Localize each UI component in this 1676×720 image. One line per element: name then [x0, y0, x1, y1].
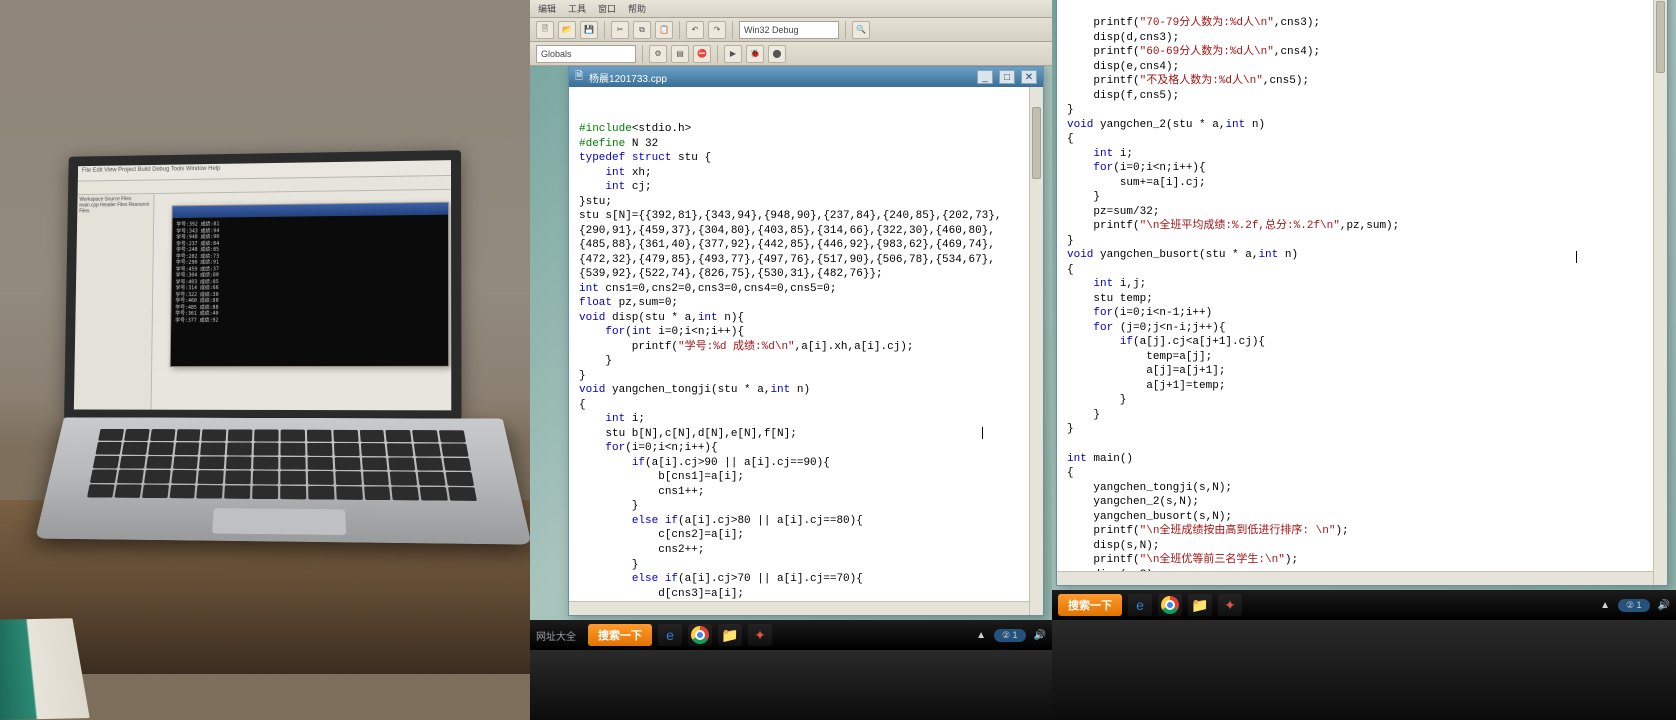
- code-window-titlebar[interactable]: 🗎 杨晨1201733.cpp _ □ ✕: [569, 67, 1043, 87]
- volume-icon[interactable]: 🔊: [1658, 600, 1670, 611]
- code-text[interactable]: #include<stdio.h> #define N 32 typedef s…: [579, 122, 1037, 615]
- open-file-icon[interactable]: 📂: [558, 21, 576, 39]
- save-icon[interactable]: 💾: [580, 21, 598, 39]
- tray-icon[interactable]: ▲: [1600, 600, 1610, 611]
- keyboard-keys: [87, 429, 477, 501]
- paste-icon[interactable]: 📋: [655, 21, 673, 39]
- tray-notification[interactable]: ② 1: [994, 629, 1026, 642]
- monitor-bezel: [530, 650, 1052, 720]
- stop-build-icon[interactable]: ⛔: [693, 45, 711, 63]
- trackpad: [212, 508, 346, 535]
- menu-item[interactable]: 编辑: [538, 2, 556, 15]
- menu-bar[interactable]: 编辑 工具 窗口 帮助: [530, 0, 1052, 18]
- start-button[interactable]: 搜索一下: [588, 624, 652, 646]
- start-button[interactable]: 搜索一下: [1058, 594, 1122, 616]
- browser-icon[interactable]: [688, 624, 712, 646]
- menu-item[interactable]: 工具: [568, 2, 586, 15]
- taskbar[interactable]: 搜索一下 e 📁 ✦ ▲ ② 1 🔊: [1052, 590, 1676, 620]
- menu-item[interactable]: 帮助: [628, 2, 646, 15]
- new-file-icon[interactable]: 🗎: [536, 21, 554, 39]
- console-window[interactable]: 学号:392 成绩:81 学号:343 成绩:94 学号:948 成绩:90 学…: [170, 202, 449, 367]
- config-combo[interactable]: Win32 Debug: [739, 21, 839, 39]
- ide-screenshot-right: 🗎 杨晨1201733.cpp _ □ ✕ printf("70-79分人数为:…: [1052, 0, 1676, 720]
- code-editor[interactable]: printf("70-79分人数为:%d人\n",cns3); disp(d,c…: [1057, 0, 1667, 585]
- copy-icon[interactable]: ⧉: [633, 21, 651, 39]
- ide-side-panel: Workspace Source Files main.cpp Header F…: [74, 194, 155, 410]
- code-editor[interactable]: #include<stdio.h> #define N 32 typedef s…: [569, 87, 1043, 615]
- ie-icon[interactable]: e: [1128, 594, 1152, 616]
- photo-laptop: File Edit View Project Build Debug Tools…: [0, 0, 530, 720]
- close-button[interactable]: ✕: [1021, 70, 1037, 84]
- debug-icon[interactable]: 🐞: [746, 45, 764, 63]
- mdi-client-area: 🗎 杨晨1201733.cpp _ □ ✕ printf("70-79分人数为:…: [1052, 0, 1676, 590]
- laptop-keyboard: [35, 417, 530, 544]
- system-tray[interactable]: ▲ ② 1 🔊: [976, 629, 1046, 642]
- build-toolbar[interactable]: Globals ⚙ ▤ ⛔ ▶ 🐞 ⬤: [530, 42, 1052, 66]
- ie-icon[interactable]: e: [658, 624, 682, 646]
- minimize-button[interactable]: _: [977, 70, 993, 84]
- monitor-bezel: [1052, 620, 1676, 720]
- text-caret: [1576, 251, 1577, 263]
- vertical-scrollbar[interactable]: [1653, 0, 1667, 585]
- horizontal-scrollbar[interactable]: [569, 601, 1029, 615]
- code-window[interactable]: 🗎 杨晨1201733.cpp _ □ ✕ #include<stdio.h> …: [568, 66, 1044, 616]
- laptop: File Edit View Project Build Debug Tools…: [61, 149, 504, 614]
- maximize-button[interactable]: □: [999, 70, 1015, 84]
- browser-icon[interactable]: [1158, 594, 1182, 616]
- taskbar[interactable]: 网址大全 搜索一下 e 📁 ✦ ▲ ② 1 🔊: [530, 620, 1052, 650]
- vertical-scrollbar[interactable]: [1029, 87, 1043, 615]
- system-tray[interactable]: ▲ ② 1 🔊: [1600, 599, 1670, 612]
- ide-screenshot-left: 编辑 工具 窗口 帮助 🗎 📂 💾 ✂ ⧉ 📋 ↶ ↷ Win32 Debug …: [530, 0, 1052, 720]
- app-icon[interactable]: ✦: [1218, 594, 1242, 616]
- code-window[interactable]: 🗎 杨晨1201733.cpp _ □ ✕ printf("70-79分人数为:…: [1056, 0, 1668, 586]
- main-toolbar[interactable]: 🗎 📂 💾 ✂ ⧉ 📋 ↶ ↷ Win32 Debug 🔍: [530, 18, 1052, 42]
- tray-icon[interactable]: ▲: [976, 630, 986, 641]
- cut-icon[interactable]: ✂: [611, 21, 629, 39]
- mdi-client-area: 🗎 杨晨1201733.cpp _ □ ✕ #include<stdio.h> …: [530, 66, 1052, 620]
- code-text[interactable]: printf("70-79分人数为:%d人\n",cns3); disp(d,c…: [1067, 16, 1661, 585]
- horizontal-scrollbar[interactable]: [1057, 571, 1653, 585]
- app-icon[interactable]: ✦: [748, 624, 772, 646]
- redo-icon[interactable]: ↷: [708, 21, 726, 39]
- ide-editor-area: 学号:392 成绩:81 学号:343 成绩:94 学号:948 成绩:90 学…: [152, 190, 452, 411]
- tray-notification[interactable]: ② 1: [1618, 599, 1650, 612]
- volume-icon[interactable]: 🔊: [1034, 630, 1046, 641]
- laptop-screen: File Edit View Project Build Debug Tools…: [74, 160, 451, 410]
- undo-icon[interactable]: ↶: [686, 21, 704, 39]
- code-window-title: 杨晨1201733.cpp: [589, 70, 667, 85]
- menu-item[interactable]: 窗口: [598, 2, 616, 15]
- run-icon[interactable]: ▶: [724, 45, 742, 63]
- console-output: 学号:392 成绩:81 学号:343 成绩:94 学号:948 成绩:90 学…: [171, 215, 448, 328]
- folder-icon[interactable]: 📁: [718, 624, 742, 646]
- folder-icon[interactable]: 📁: [1188, 594, 1212, 616]
- breakpoint-icon[interactable]: ⬤: [768, 45, 786, 63]
- laptop-screen-bezel: File Edit View Project Build Debug Tools…: [64, 150, 462, 420]
- find-icon[interactable]: 🔍: [852, 21, 870, 39]
- file-icon: 🗎: [575, 69, 583, 86]
- compile-icon[interactable]: ⚙: [649, 45, 667, 63]
- taskbar-label: 网址大全: [536, 628, 576, 643]
- text-caret: [982, 427, 983, 439]
- build-icon[interactable]: ▤: [671, 45, 689, 63]
- scope-combo[interactable]: Globals: [536, 45, 636, 63]
